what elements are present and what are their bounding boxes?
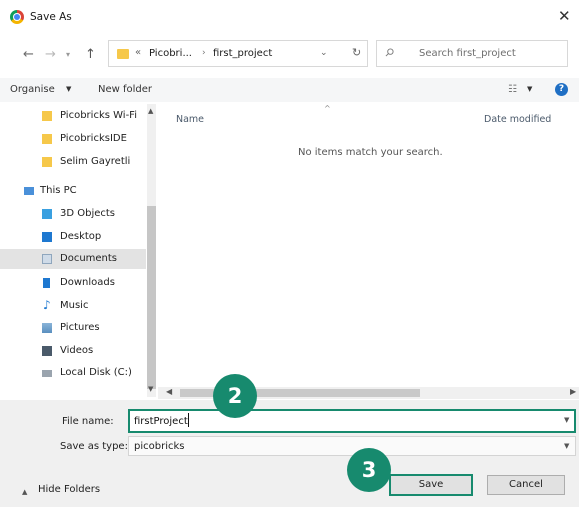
save-type-select[interactable] <box>128 436 576 456</box>
save-button[interactable]: Save <box>389 474 473 496</box>
sidebar-item-label: Downloads <box>60 277 115 288</box>
sidebar-item-local-disk[interactable]: Local Disk (C:) <box>0 363 146 383</box>
new-folder-button[interactable]: New folder <box>98 84 152 95</box>
sidebar-item-pictures[interactable]: Pictures <box>0 318 146 338</box>
organise-button[interactable]: Organise <box>10 84 55 95</box>
sidebar-item-label: Videos <box>60 345 94 356</box>
address-dropdown-icon[interactable]: ⌄ <box>320 48 328 58</box>
sidebar-item-label: 3D Objects <box>60 208 116 219</box>
nav-pane-scroll-thumb[interactable] <box>147 206 156 389</box>
music-icon: ♪ <box>43 298 51 312</box>
breadcrumb-first-project[interactable]: first_project <box>213 48 272 59</box>
scroll-left-icon[interactable]: ◀ <box>166 387 172 396</box>
file-name-input[interactable] <box>128 409 576 433</box>
close-icon[interactable]: ✕ <box>558 7 571 25</box>
videos-icon <box>42 346 52 356</box>
chrome-icon <box>10 10 24 24</box>
sidebar-item-music[interactable]: ♪ Music <box>0 296 146 316</box>
hide-folders-button[interactable]: Hide Folders <box>38 484 100 495</box>
up-arrow-icon[interactable]: ↑ <box>85 48 96 62</box>
folder-icon <box>42 111 52 121</box>
scroll-right-icon[interactable]: ▶ <box>570 387 576 396</box>
sidebar-item-label: PicobricksIDE <box>60 133 127 144</box>
command-bar <box>0 78 579 102</box>
file-name-label: File name: <box>62 416 114 427</box>
recent-locations-chevron-icon[interactable]: ▾ <box>66 50 70 59</box>
sidebar-item-this-pc[interactable]: This PC <box>0 181 146 201</box>
organise-dropdown-icon[interactable]: ▼ <box>66 85 71 93</box>
sidebar-item-picobricks-ide[interactable]: PicobricksIDE <box>0 129 146 149</box>
sort-caret-icon: ^ <box>324 104 331 113</box>
column-header-name[interactable]: Name <box>176 114 204 125</box>
hide-folders-chevron-icon[interactable]: ▲ <box>22 488 27 496</box>
back-arrow-icon[interactable]: ← <box>23 48 34 62</box>
forward-arrow-icon[interactable]: → <box>45 48 56 62</box>
sidebar-item-label: This PC <box>40 185 77 196</box>
sidebar-item-picobricks-wifi[interactable]: Picobricks Wi-Fi <box>0 106 146 126</box>
sidebar-item-videos[interactable]: Videos <box>0 341 146 361</box>
overflow-chevron-icon[interactable]: « <box>135 47 141 58</box>
sidebar-item-documents[interactable]: Documents <box>0 249 146 269</box>
view-dropdown-icon[interactable]: ▼ <box>527 85 532 93</box>
search-icon <box>385 48 394 57</box>
save-type-label: Save as type: <box>60 441 128 452</box>
view-options-icon[interactable]: ☷ <box>508 84 517 95</box>
breadcrumb-separator-icon[interactable]: › <box>202 48 206 58</box>
column-header-date-modified[interactable]: Date modified <box>484 114 551 125</box>
sidebar-item-downloads[interactable]: Downloads <box>0 273 146 293</box>
pictures-icon <box>42 323 52 333</box>
help-icon[interactable]: ? <box>555 83 568 96</box>
sidebar-item-3d-objects[interactable]: 3D Objects <box>0 204 146 224</box>
folder-icon <box>117 49 129 59</box>
sidebar-item-label: Picobricks Wi-Fi <box>60 110 137 121</box>
cancel-button[interactable]: Cancel <box>487 475 565 495</box>
step-badge-2: 2 <box>213 374 257 418</box>
folder-icon <box>42 157 52 167</box>
refresh-icon[interactable]: ↻ <box>352 46 361 59</box>
text-cursor <box>188 413 189 427</box>
document-icon <box>42 254 52 264</box>
cube-icon <box>42 209 52 219</box>
file-name-dropdown-icon[interactable]: ▼ <box>564 416 569 424</box>
empty-results-message: No items match your search. <box>298 147 443 158</box>
sidebar-item-label: Documents <box>60 253 118 264</box>
sidebar-item-desktop[interactable]: Desktop <box>0 227 146 247</box>
file-name-value[interactable]: firstProject <box>134 416 188 427</box>
navigation-pane: Picobricks Wi-Fi PicobricksIDE Selim Gay… <box>0 104 156 399</box>
download-icon <box>43 278 50 288</box>
save-type-value[interactable]: picobricks <box>134 441 184 452</box>
sidebar-item-label: Selim Gayretli <box>60 156 131 167</box>
sidebar-item-label: Local Disk (C:) <box>60 367 132 378</box>
address-bar[interactable]: « Picobri... › first_project ⌄ ↻ <box>108 40 368 67</box>
step-badge-3: 3 <box>347 448 391 492</box>
window-title: Save As <box>30 11 72 23</box>
sidebar-item-label: Pictures <box>60 322 100 333</box>
save-type-dropdown-icon[interactable]: ▼ <box>564 442 569 450</box>
desktop-icon <box>42 232 52 242</box>
sidebar-item-selim-gayretli[interactable]: Selim Gayretli <box>0 152 146 172</box>
scroll-down-icon[interactable]: ▼ <box>148 385 153 393</box>
title-bar <box>0 0 579 36</box>
breadcrumb-picobricks[interactable]: Picobri... <box>149 48 192 59</box>
sidebar-item-label: Music <box>60 300 89 311</box>
disk-icon <box>42 370 52 377</box>
computer-icon <box>24 187 34 195</box>
search-placeholder: Search first_project <box>419 48 516 59</box>
search-box[interactable]: Search first_project <box>376 40 568 67</box>
sidebar-item-label: Desktop <box>60 231 102 242</box>
folder-icon <box>42 134 52 144</box>
scroll-up-icon[interactable]: ▲ <box>148 107 153 115</box>
